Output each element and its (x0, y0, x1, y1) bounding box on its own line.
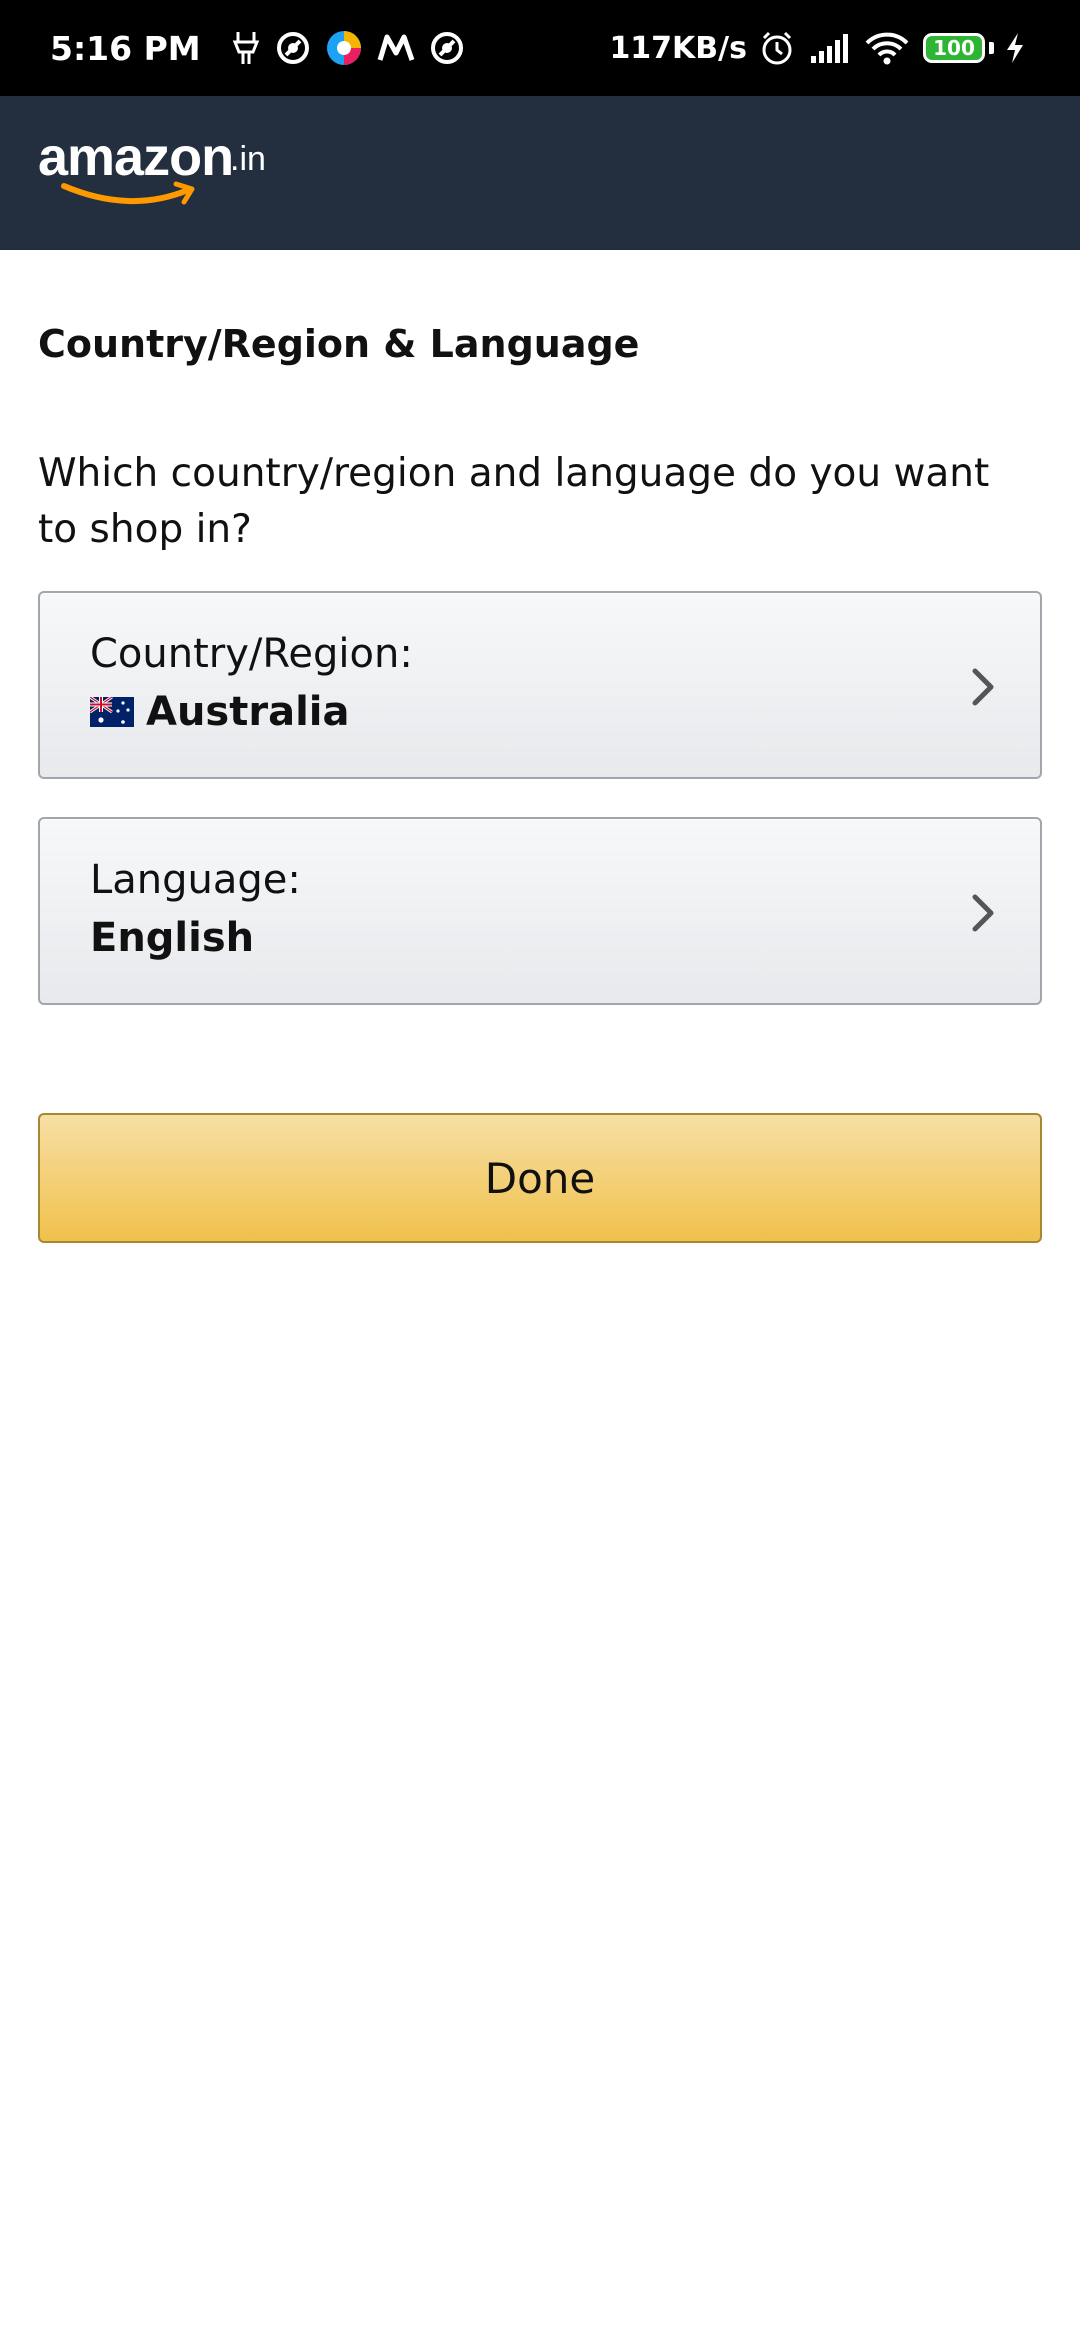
logo-suffix: .in (230, 140, 266, 178)
wifi-icon (865, 31, 909, 65)
signal-icon (809, 32, 851, 64)
page-title: Country/Region & Language (38, 322, 640, 366)
status-bar-left: 5:16 PM (50, 29, 479, 68)
m-app-icon (377, 33, 415, 63)
logo-text: amazon (38, 127, 234, 187)
logo-smile-icon (61, 181, 195, 205)
language-label: Language: (90, 857, 301, 903)
country-value: Australia (146, 689, 350, 735)
status-bar: 5:16 PM 117KB/s 100 (0, 0, 1080, 96)
status-bar-right: 117KB/s 100 (609, 30, 1040, 66)
battery-icon: 100 (923, 33, 985, 63)
country-region-label: Country/Region: (90, 631, 413, 677)
notification-icon (275, 30, 311, 66)
done-button[interactable]: Done (38, 1113, 1042, 1243)
tools-icon (231, 30, 261, 66)
charging-icon (1004, 32, 1026, 64)
amazon-logo[interactable]: amazon .in (38, 126, 278, 206)
australia-flag-icon (90, 697, 134, 727)
language-selector[interactable]: Language: English (38, 817, 1042, 1005)
notification-icon (429, 30, 465, 66)
app-header: amazon .in (0, 96, 1080, 250)
network-speed: 117KB/s (609, 30, 747, 66)
language-value: English (90, 915, 255, 961)
browser-icon (325, 29, 363, 67)
country-region-selector[interactable]: Country/Region: Australia (38, 591, 1042, 779)
language-value-row: English (90, 915, 254, 961)
country-value-row: Australia (90, 689, 350, 735)
battery-tip (989, 42, 994, 54)
alarm-icon (759, 30, 795, 66)
chevron-right-icon (972, 668, 994, 706)
question-text: Which country/region and language do you… (38, 451, 990, 552)
status-time: 5:16 PM (50, 28, 201, 68)
chevron-right-icon (972, 894, 994, 932)
